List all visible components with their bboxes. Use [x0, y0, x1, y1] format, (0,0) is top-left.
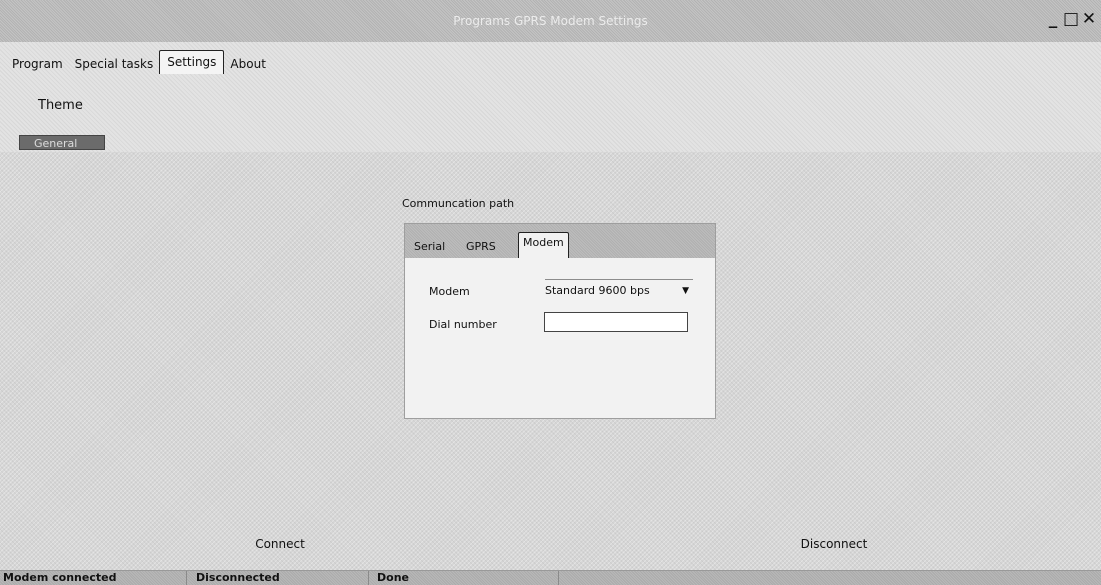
- main-tab-strip: Program Special tasks Settings About: [6, 50, 272, 74]
- tab-settings[interactable]: Settings: [159, 50, 225, 74]
- status-divider: [558, 571, 559, 585]
- tab-modem[interactable]: Modem: [518, 232, 569, 258]
- tab-special-tasks[interactable]: Special tasks: [69, 54, 160, 74]
- tab-program[interactable]: Program: [6, 54, 69, 74]
- connect-button[interactable]: Connect: [170, 533, 390, 555]
- action-bar: Connect Disconnect: [0, 528, 1101, 570]
- theme-button[interactable]: Theme: [38, 98, 83, 113]
- communication-path-label: Communcation path: [402, 197, 515, 210]
- ribbon-group-label: General: [19, 135, 105, 150]
- status-bar: Modem connected Disconnected Done: [0, 570, 1101, 585]
- status-modem: Modem connected: [3, 571, 117, 584]
- dial-number-label: Dial number: [429, 318, 497, 331]
- status-progress: Done: [377, 571, 409, 584]
- dial-number-input[interactable]: [544, 312, 688, 332]
- comm-tab-strip: Serial GPRS Modem: [405, 224, 715, 258]
- status-divider: [368, 571, 369, 585]
- modem-label: Modem: [429, 285, 470, 298]
- chevron-down-icon: ▼: [682, 286, 689, 296]
- modem-select[interactable]: Standard 9600 bps ▼: [545, 279, 693, 301]
- modem-select-value: Standard 9600 bps: [545, 284, 650, 297]
- tab-about[interactable]: About: [224, 54, 271, 74]
- status-connection: Disconnected: [196, 571, 280, 584]
- window-title: Programs GPRS Modem Settings: [453, 14, 648, 28]
- status-divider: [186, 571, 187, 585]
- minimize-icon[interactable]: _: [1045, 9, 1061, 29]
- tab-gprs[interactable]: GPRS: [466, 240, 496, 253]
- ribbon: Program Special tasks Settings About The…: [0, 42, 1101, 152]
- communication-path-panel: Serial GPRS Modem Modem Standard 9600 bp…: [404, 223, 716, 419]
- tab-serial[interactable]: Serial: [414, 240, 445, 253]
- maximize-icon[interactable]: □: [1063, 9, 1079, 29]
- window-controls: _ □ ✕: [1045, 9, 1097, 29]
- disconnect-button[interactable]: Disconnect: [724, 533, 944, 555]
- close-icon[interactable]: ✕: [1081, 9, 1097, 29]
- title-bar: Programs GPRS Modem Settings _ □ ✕: [0, 0, 1101, 42]
